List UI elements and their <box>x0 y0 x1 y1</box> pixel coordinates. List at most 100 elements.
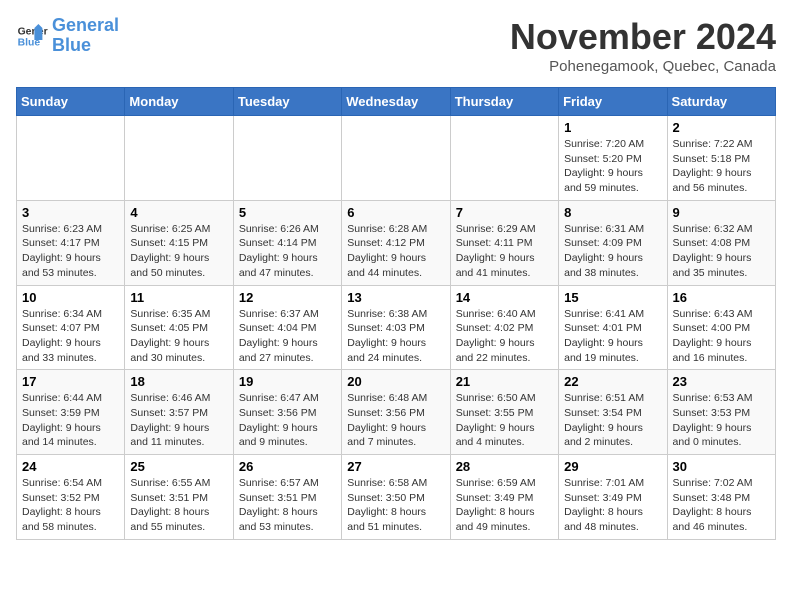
day-number: 4 <box>130 205 227 220</box>
day-info: Sunrise: 6:50 AM Sunset: 3:55 PM Dayligh… <box>456 391 553 450</box>
day-info: Sunrise: 7:02 AM Sunset: 3:48 PM Dayligh… <box>673 476 770 535</box>
day-number: 12 <box>239 290 336 305</box>
day-info: Sunrise: 6:38 AM Sunset: 4:03 PM Dayligh… <box>347 307 444 366</box>
header-monday: Monday <box>125 88 233 116</box>
day-info: Sunrise: 6:47 AM Sunset: 3:56 PM Dayligh… <box>239 391 336 450</box>
calendar-cell: 28Sunrise: 6:59 AM Sunset: 3:49 PM Dayli… <box>450 455 558 540</box>
day-info: Sunrise: 6:44 AM Sunset: 3:59 PM Dayligh… <box>22 391 119 450</box>
day-number: 10 <box>22 290 119 305</box>
calendar-cell: 9 Sunrise: 6:32 AM Sunset: 4:08 PM Daylig… <box>667 200 775 285</box>
calendar-week-5: 24Sunrise: 6:54 AM Sunset: 3:52 PM Dayli… <box>17 455 776 540</box>
day-number: 28 <box>456 459 553 474</box>
day-number: 2 <box>673 120 770 135</box>
header-saturday: Saturday <box>667 88 775 116</box>
header-thursday: Thursday <box>450 88 558 116</box>
calendar-cell: 30 Sunrise: 7:02 AM Sunset: 3:48 PM Dayli… <box>667 455 775 540</box>
day-number: 14 <box>456 290 553 305</box>
calendar-body: 1 Sunrise: 7:20 AM Sunset: 5:20 PM Daylig… <box>17 116 776 540</box>
day-number: 23 <box>673 374 770 389</box>
calendar-cell: 14 Sunrise: 6:40 AM Sunset: 4:02 PM Dayli… <box>450 285 558 370</box>
location: Pohenegamook, Quebec, Canada <box>510 58 776 75</box>
title-section: November 2024 Pohenegamook, Quebec, Cana… <box>510 16 776 75</box>
calendar-week-1: 1 Sunrise: 7:20 AM Sunset: 5:20 PM Daylig… <box>17 116 776 201</box>
day-number: 21 <box>456 374 553 389</box>
day-number: 1 <box>564 120 661 135</box>
day-info: Sunrise: 6:41 AM Sunset: 4:01 PM Dayligh… <box>564 307 661 366</box>
calendar-header: Sunday Monday Tuesday Wednesday Thursday… <box>17 88 776 116</box>
day-number: 25 <box>130 459 227 474</box>
calendar-cell: 22 Sunrise: 6:51 AM Sunset: 3:54 PM Dayli… <box>559 370 667 455</box>
day-info: Sunrise: 7:01 AM Sunset: 3:49 PM Dayligh… <box>564 476 661 535</box>
calendar-cell: 1 Sunrise: 7:20 AM Sunset: 5:20 PM Daylig… <box>559 116 667 201</box>
calendar-cell: 27Sunrise: 6:58 AM Sunset: 3:50 PM Dayli… <box>342 455 450 540</box>
calendar-cell <box>233 116 341 201</box>
day-info: Sunrise: 7:20 AM Sunset: 5:20 PM Dayligh… <box>564 137 661 196</box>
calendar-cell: 8Sunrise: 6:31 AM Sunset: 4:09 PM Daylig… <box>559 200 667 285</box>
calendar-week-4: 17 Sunrise: 6:44 AM Sunset: 3:59 PM Dayli… <box>17 370 776 455</box>
calendar-cell <box>450 116 558 201</box>
day-info: Sunrise: 7:22 AM Sunset: 5:18 PM Dayligh… <box>673 137 770 196</box>
logo-icon: General Blue <box>16 20 48 52</box>
day-info: Sunrise: 6:51 AM Sunset: 3:54 PM Dayligh… <box>564 391 661 450</box>
day-number: 16 <box>673 290 770 305</box>
day-number: 30 <box>673 459 770 474</box>
day-info: Sunrise: 6:25 AM Sunset: 4:15 PM Dayligh… <box>130 222 227 281</box>
day-info: Sunrise: 6:48 AM Sunset: 3:56 PM Dayligh… <box>347 391 444 450</box>
day-number: 18 <box>130 374 227 389</box>
calendar-cell: 21 Sunrise: 6:50 AM Sunset: 3:55 PM Dayli… <box>450 370 558 455</box>
calendar-week-3: 10 Sunrise: 6:34 AM Sunset: 4:07 PM Dayli… <box>17 285 776 370</box>
calendar-cell: 17 Sunrise: 6:44 AM Sunset: 3:59 PM Dayli… <box>17 370 125 455</box>
day-info: Sunrise: 6:32 AM Sunset: 4:08 PM Dayligh… <box>673 222 770 281</box>
day-number: 29 <box>564 459 661 474</box>
day-info: Sunrise: 6:57 AM Sunset: 3:51 PM Dayligh… <box>239 476 336 535</box>
header-sunday: Sunday <box>17 88 125 116</box>
day-info: Sunrise: 6:53 AM Sunset: 3:53 PM Dayligh… <box>673 391 770 450</box>
day-info: Sunrise: 6:34 AM Sunset: 4:07 PM Dayligh… <box>22 307 119 366</box>
calendar-cell: 6 Sunrise: 6:28 AM Sunset: 4:12 PM Daylig… <box>342 200 450 285</box>
calendar-cell: 13 Sunrise: 6:38 AM Sunset: 4:03 PM Dayli… <box>342 285 450 370</box>
day-info: Sunrise: 6:54 AM Sunset: 3:52 PM Dayligh… <box>22 476 119 535</box>
day-number: 5 <box>239 205 336 220</box>
day-info: Sunrise: 6:23 AM Sunset: 4:17 PM Dayligh… <box>22 222 119 281</box>
day-number: 13 <box>347 290 444 305</box>
day-number: 8 <box>564 205 661 220</box>
calendar-cell <box>17 116 125 201</box>
day-number: 17 <box>22 374 119 389</box>
logo-text-general: General <box>52 16 119 36</box>
day-info: Sunrise: 6:28 AM Sunset: 4:12 PM Dayligh… <box>347 222 444 281</box>
day-number: 20 <box>347 374 444 389</box>
day-number: 6 <box>347 205 444 220</box>
calendar-cell: 5 Sunrise: 6:26 AM Sunset: 4:14 PM Daylig… <box>233 200 341 285</box>
day-number: 9 <box>673 205 770 220</box>
calendar-cell: 29 Sunrise: 7:01 AM Sunset: 3:49 PM Dayli… <box>559 455 667 540</box>
calendar-cell: 18 Sunrise: 6:46 AM Sunset: 3:57 PM Dayli… <box>125 370 233 455</box>
day-info: Sunrise: 6:26 AM Sunset: 4:14 PM Dayligh… <box>239 222 336 281</box>
day-number: 3 <box>22 205 119 220</box>
calendar-cell: 7 Sunrise: 6:29 AM Sunset: 4:11 PM Daylig… <box>450 200 558 285</box>
day-number: 22 <box>564 374 661 389</box>
logo-text-blue: Blue <box>52 36 119 56</box>
calendar-cell: 4 Sunrise: 6:25 AM Sunset: 4:15 PM Daylig… <box>125 200 233 285</box>
svg-text:General: General <box>18 26 48 37</box>
calendar-cell: 25 Sunrise: 6:55 AM Sunset: 3:51 PM Dayli… <box>125 455 233 540</box>
calendar-cell: 16Sunrise: 6:43 AM Sunset: 4:00 PM Dayli… <box>667 285 775 370</box>
calendar-cell: 3 Sunrise: 6:23 AM Sunset: 4:17 PM Daylig… <box>17 200 125 285</box>
logo: General Blue General Blue <box>16 16 119 56</box>
calendar-cell: 23 Sunrise: 6:53 AM Sunset: 3:53 PM Dayli… <box>667 370 775 455</box>
day-info: Sunrise: 6:40 AM Sunset: 4:02 PM Dayligh… <box>456 307 553 366</box>
header-friday: Friday <box>559 88 667 116</box>
calendar-cell <box>125 116 233 201</box>
calendar-cell: 2 Sunrise: 7:22 AM Sunset: 5:18 PM Daylig… <box>667 116 775 201</box>
day-number: 7 <box>456 205 553 220</box>
calendar-cell: 10 Sunrise: 6:34 AM Sunset: 4:07 PM Dayli… <box>17 285 125 370</box>
day-info: Sunrise: 6:29 AM Sunset: 4:11 PM Dayligh… <box>456 222 553 281</box>
calendar-cell: 26 Sunrise: 6:57 AM Sunset: 3:51 PM Dayli… <box>233 455 341 540</box>
calendar-cell: 20 Sunrise: 6:48 AM Sunset: 3:56 PM Dayli… <box>342 370 450 455</box>
calendar-week-2: 3 Sunrise: 6:23 AM Sunset: 4:17 PM Daylig… <box>17 200 776 285</box>
day-number: 11 <box>130 290 227 305</box>
day-number: 26 <box>239 459 336 474</box>
day-number: 19 <box>239 374 336 389</box>
day-info: Sunrise: 6:55 AM Sunset: 3:51 PM Dayligh… <box>130 476 227 535</box>
day-info: Sunrise: 6:46 AM Sunset: 3:57 PM Dayligh… <box>130 391 227 450</box>
day-number: 15 <box>564 290 661 305</box>
